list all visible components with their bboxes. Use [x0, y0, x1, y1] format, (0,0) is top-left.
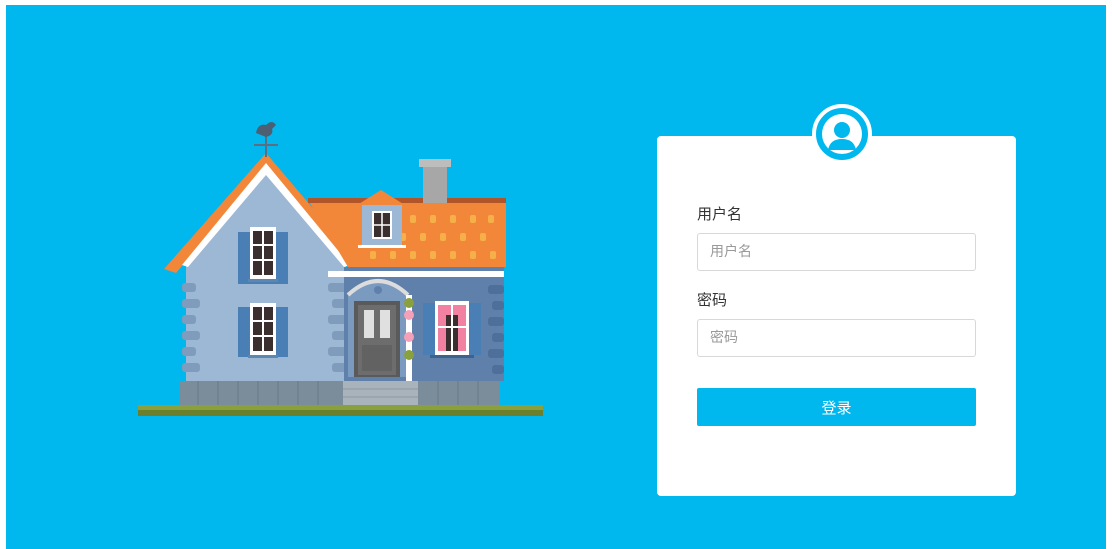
- password-label: 密码: [697, 291, 728, 309]
- login-button[interactable]: 登录: [697, 388, 976, 426]
- house-illustration: [138, 122, 543, 416]
- username-input[interactable]: [697, 233, 976, 271]
- login-card: 用户名 密码 登录: [657, 104, 1016, 496]
- username-label: 用户名: [697, 205, 743, 223]
- user-avatar-icon: [812, 104, 872, 164]
- login-page-background: 用户名 密码 登录: [6, 5, 1106, 549]
- password-input[interactable]: [697, 319, 976, 357]
